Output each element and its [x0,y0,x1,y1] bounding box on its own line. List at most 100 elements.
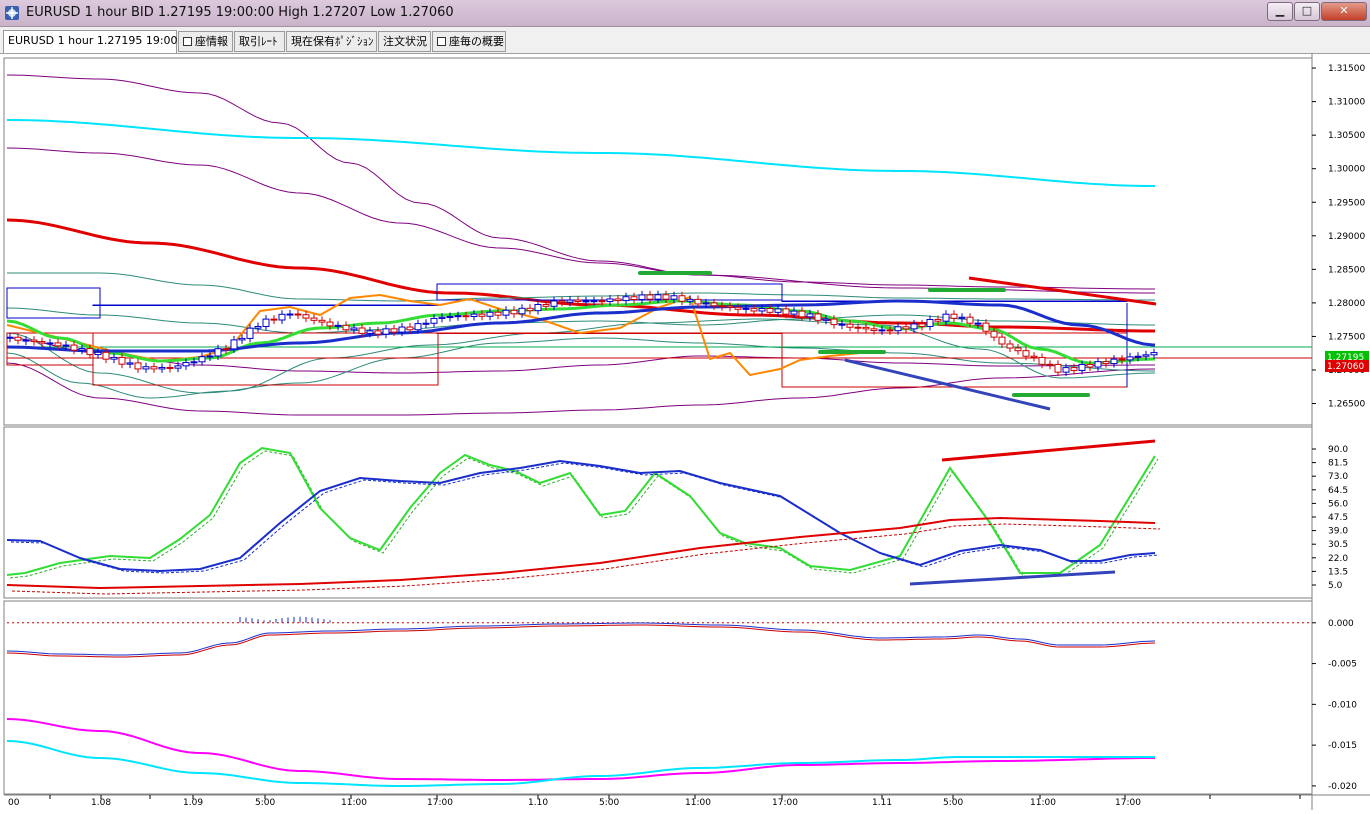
candle-body [30,339,38,343]
osc-tick-label: 22.0 [1328,554,1348,564]
candle-body [982,322,990,332]
price-tick-label: 1.29500 [1328,198,1365,208]
candle-body [598,300,606,303]
candle-body [350,327,358,331]
osc-tick-label: 30.5 [1328,540,1348,550]
candle-body [398,326,406,333]
candle-body [630,296,638,300]
price-tick-label: 1.31000 [1328,98,1365,108]
tab-5[interactable]: 注文状況 [378,31,431,52]
candle-body [270,318,278,321]
candle-body [62,344,70,347]
candle-body [134,362,142,370]
candle-body [478,313,486,317]
candle-body [1102,361,1110,365]
candle-body [782,308,790,315]
candle-body [662,294,670,300]
candle-body [206,355,214,358]
candle-body [502,309,510,316]
candle-body [454,315,462,318]
candle-body [78,348,86,351]
app-icon [5,6,19,20]
candle-body [974,322,982,325]
candle-body [590,300,598,303]
range-box [92,304,439,306]
close-button[interactable]: ✕ [1321,2,1367,21]
candle-body [558,300,566,303]
price-tick-label: 1.27500 [1328,332,1365,342]
candle-body [190,361,198,364]
tab-6[interactable]: 座毎の概要 [432,31,506,52]
candle-body [430,317,438,324]
candle-body [926,318,934,327]
candle-body [294,313,302,316]
candle-body [230,339,238,350]
time-label: 1.10 [528,798,548,808]
candle-body [54,342,62,347]
chart-area[interactable]: 1.31500 1.31000 1.30500 1.30000 1.29500 1.290… [0,53,1370,810]
candle-body [878,329,886,332]
candle-body [198,356,206,363]
candle-body [614,298,622,302]
minimize-button[interactable]: ▁ [1267,2,1293,21]
chart-canvas[interactable]: 1.31500 1.31000 1.30500 1.30000 1.29500 1.290… [0,53,1370,810]
candle-body [278,313,286,321]
candle-body [686,298,694,302]
macd-tick-label: -0.015 [1328,741,1357,751]
candle-body [1054,363,1062,373]
candle-body [822,318,830,321]
candle-body [382,328,390,335]
price-tick-label: 1.26500 [1328,400,1365,410]
candle-body [534,304,542,312]
tab-1[interactable]: EURUSD 1 hour 1.27195 19:00:00 [3,30,195,53]
osc-tick-label: 5.0 [1328,581,1343,591]
candle-body [414,323,422,331]
time-label: 1.08 [91,798,111,808]
candle-body [174,365,182,369]
candle-body [902,326,910,330]
macd-tick-label: 0.000 [1328,619,1354,629]
osc-tick-label: 39.0 [1328,527,1348,537]
osc-tick-label: 47.5 [1328,513,1348,523]
candle-body [1006,343,1014,349]
time-label: 5:00 [943,798,963,808]
candle-body [550,300,558,307]
candle-body [830,318,838,326]
candle-body [438,316,446,319]
candle-body [742,307,750,310]
candle-body [1094,361,1102,368]
candle-body [934,318,942,322]
tab-label: 座毎の概要 [449,35,504,48]
tab-4[interactable]: 現在保有ﾎﾟｼﾞｼｮﾝ [286,31,377,52]
tab-2[interactable]: 座情報 [178,31,233,52]
candle-body [1022,350,1030,357]
osc-tick-label: 13.5 [1328,567,1348,577]
candle-body [358,327,366,334]
candle-body [950,313,958,319]
maximize-button[interactable]: □ [1294,2,1320,21]
tab-3[interactable]: 取引ﾚｰﾄ [234,31,285,52]
candle-body [110,356,118,360]
time-label-partial: 00 [8,798,20,808]
candle-body [406,326,414,331]
osc-tick-label: 64.5 [1328,486,1348,496]
time-label: 5:00 [255,798,275,808]
price-label-2: 1.27060 [1327,362,1364,372]
candle-body [638,294,646,300]
candle-body [1126,356,1134,361]
oscillator-panel [3,426,1313,599]
tab-label: 注文状況 [383,35,427,48]
candle-body [254,326,262,329]
candle-body [750,307,758,312]
candle-body [286,313,294,316]
candle-body [238,337,246,341]
candle-body [846,323,854,328]
candle-body [694,298,702,305]
candle-body [1070,367,1078,371]
candle-body [870,328,878,332]
candle-body [1142,354,1150,357]
candle-body [158,366,166,370]
candle-body [854,326,862,329]
candle-body [390,328,398,333]
candle-body [22,339,30,342]
